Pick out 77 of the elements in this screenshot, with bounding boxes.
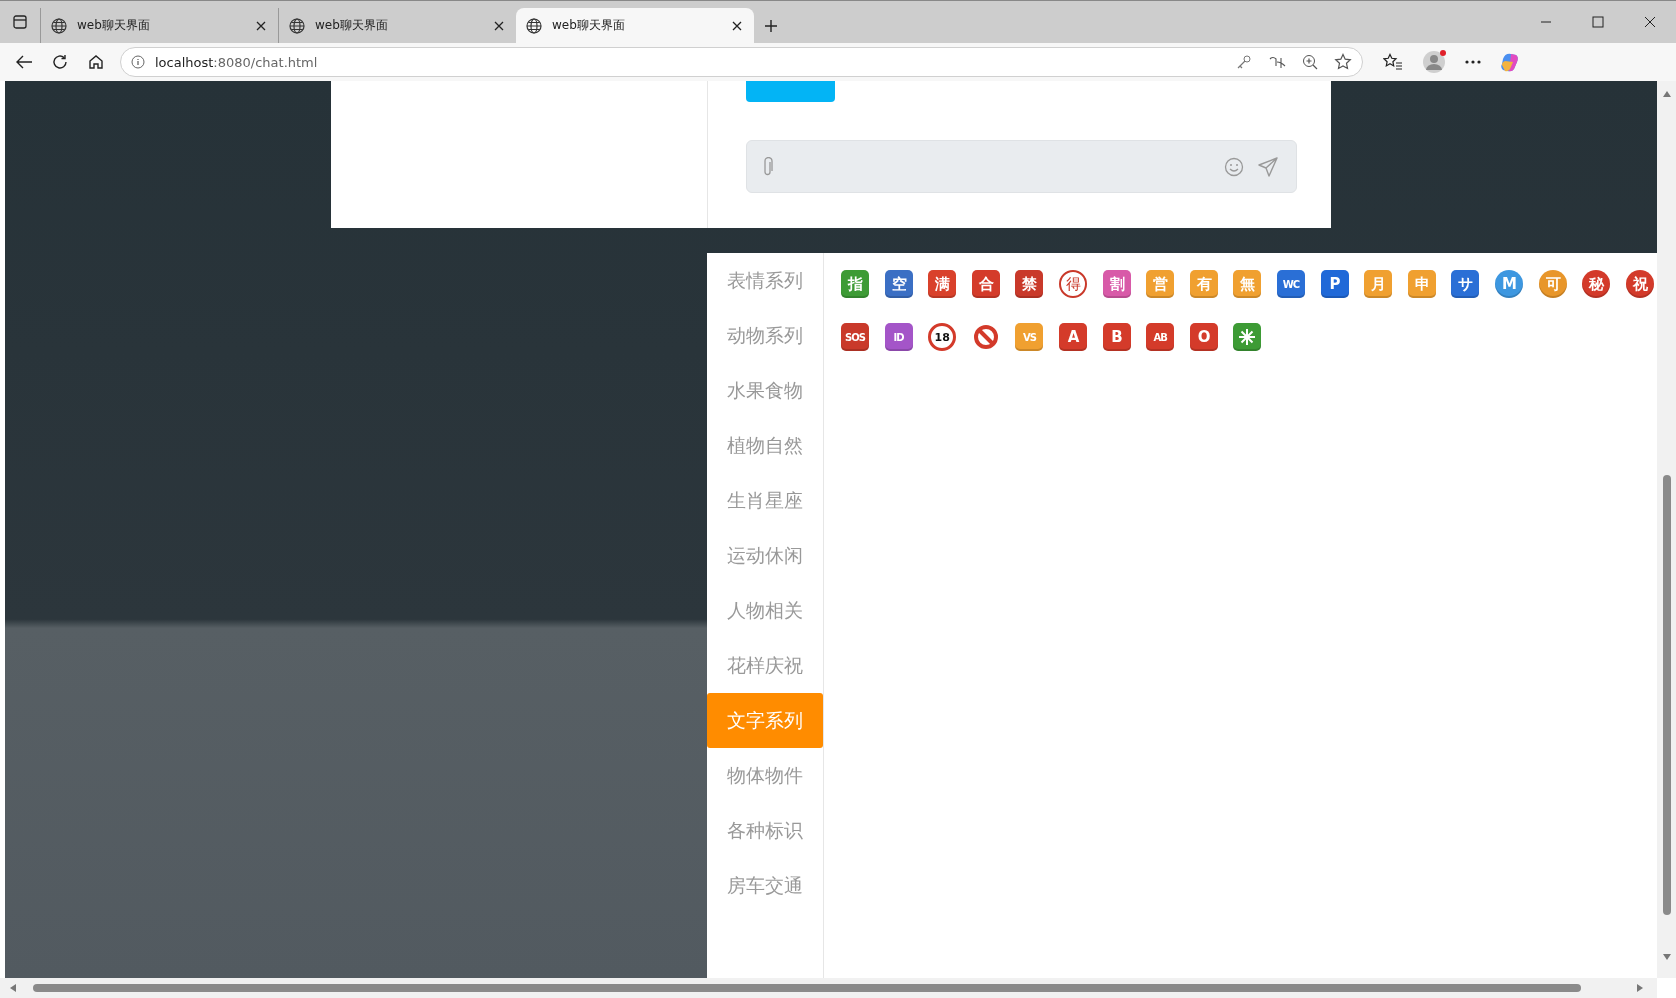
emoji-button[interactable]: M xyxy=(1494,270,1523,298)
emoji-button[interactable]: 営 xyxy=(1146,270,1175,298)
reload-icon[interactable] xyxy=(52,54,68,70)
category-tab[interactable]: 生肖星座 xyxy=(707,473,823,528)
emoji-button[interactable]: 秘 xyxy=(1582,270,1611,298)
profile-avatar-icon[interactable] xyxy=(1421,49,1447,75)
emoji-button[interactable]: 禁 xyxy=(1015,270,1044,298)
category-tab[interactable]: 房车交通 xyxy=(707,858,823,913)
info-icon[interactable] xyxy=(131,55,145,69)
emoji-button[interactable]: 可 xyxy=(1538,270,1567,298)
emoji-button[interactable]: 18 xyxy=(928,323,957,351)
address-bar[interactable]: localhost:8080/chat.html xyxy=(120,47,1363,77)
category-tab[interactable]: 动物系列 xyxy=(707,308,823,363)
emoji-button[interactable]: P xyxy=(1320,270,1349,298)
emoji-button[interactable]: 月 xyxy=(1364,270,1393,298)
globe-icon xyxy=(51,17,67,34)
emoji-button[interactable]: 無 xyxy=(1233,270,1262,298)
globe-icon xyxy=(289,17,305,34)
scroll-left-icon[interactable] xyxy=(10,984,16,992)
more-menu-icon[interactable] xyxy=(1465,60,1481,64)
colorful-swirl-icon[interactable] xyxy=(1499,51,1521,73)
emoji-button[interactable]: 割 xyxy=(1102,270,1131,298)
emoji-button[interactable]: WC xyxy=(1276,270,1305,298)
browser-tab[interactable]: web聊天界面 xyxy=(516,8,754,43)
emoji-button[interactable]: 空 xyxy=(884,270,913,298)
scrollbar-thumb[interactable] xyxy=(33,984,1581,992)
send-icon[interactable] xyxy=(1258,156,1278,177)
scroll-right-icon[interactable] xyxy=(1637,984,1643,992)
category-tab[interactable]: 各种标识 xyxy=(707,803,823,858)
close-window-icon[interactable] xyxy=(1644,15,1656,28)
globe-icon xyxy=(526,17,542,34)
vertical-scrollbar[interactable] xyxy=(1657,81,1676,978)
category-tab[interactable]: 文字系列 xyxy=(707,693,823,748)
category-tab[interactable]: 水果食物 xyxy=(707,363,823,418)
prohibited-icon[interactable] xyxy=(971,323,1000,351)
close-icon[interactable] xyxy=(494,20,504,31)
smiley-icon[interactable] xyxy=(1224,156,1244,177)
maximize-icon[interactable] xyxy=(1592,15,1604,28)
home-icon[interactable] xyxy=(88,54,104,70)
emoji-button[interactable]: ID xyxy=(884,323,913,351)
zoom-in-icon[interactable] xyxy=(1302,54,1318,70)
paperclip-icon[interactable] xyxy=(763,156,773,177)
emoji-button[interactable]: 得 xyxy=(1058,270,1087,298)
emoji-button[interactable]: VS xyxy=(1015,323,1044,351)
close-icon[interactable] xyxy=(256,20,266,31)
new-tab-icon[interactable] xyxy=(764,18,778,33)
emoji-button[interactable]: A xyxy=(1058,323,1087,351)
emoji-button[interactable]: B xyxy=(1102,323,1131,351)
category-tab[interactable]: 植物自然 xyxy=(707,418,823,473)
key-icon[interactable] xyxy=(1236,54,1252,70)
emoji-button[interactable]: サ xyxy=(1451,270,1480,298)
emoji-button[interactable]: O xyxy=(1189,323,1218,351)
asterisk-icon[interactable] xyxy=(1233,323,1262,351)
emoji-button[interactable]: 合 xyxy=(971,270,1000,298)
category-tab[interactable]: 人物相关 xyxy=(707,583,823,638)
url-text: localhost:8080/chat.html xyxy=(155,54,319,70)
message-input[interactable] xyxy=(746,140,1297,193)
favorite-star-icon[interactable] xyxy=(1334,53,1352,71)
category-tab[interactable]: 运动休闲 xyxy=(707,528,823,583)
scroll-up-icon[interactable] xyxy=(1662,91,1671,97)
emoji-button[interactable]: AB xyxy=(1146,323,1175,351)
close-icon[interactable] xyxy=(732,20,742,31)
back-icon[interactable] xyxy=(15,54,33,70)
favorites-list-icon[interactable] xyxy=(1383,53,1403,71)
scrollbar-thumb[interactable] xyxy=(1662,475,1671,915)
emoji-button[interactable]: 指 xyxy=(841,270,869,298)
category-tab[interactable]: 物体物件 xyxy=(707,748,823,803)
scroll-down-icon[interactable] xyxy=(1662,954,1671,960)
sidebar-toggle-icon[interactable] xyxy=(13,14,27,29)
category-tab[interactable]: 表情系列 xyxy=(707,253,823,308)
emoji-button[interactable]: 有 xyxy=(1189,270,1218,298)
emoji-button[interactable]: 申 xyxy=(1407,270,1436,298)
horizontal-scrollbar[interactable] xyxy=(0,978,1657,998)
emoji-button[interactable]: SOS xyxy=(841,323,869,351)
category-tab[interactable]: 花样庆祝 xyxy=(707,638,823,693)
emoji-button[interactable]: 祝 xyxy=(1625,270,1654,298)
emoji-button[interactable]: 满 xyxy=(928,270,957,298)
